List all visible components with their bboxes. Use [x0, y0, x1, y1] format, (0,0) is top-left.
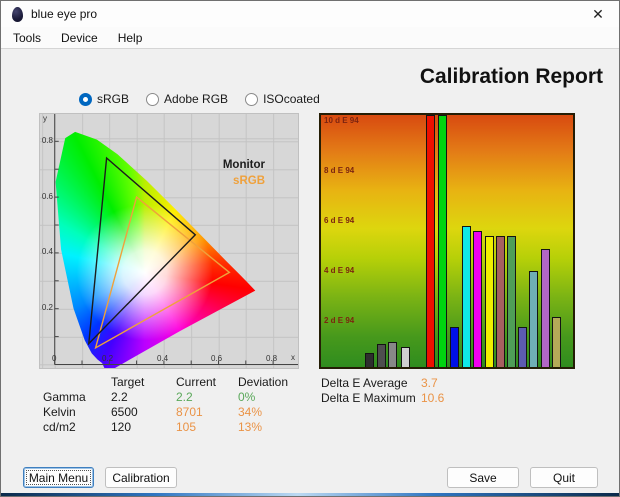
- quit-button[interactable]: Quit: [530, 467, 598, 488]
- x-tick: 0.8: [266, 354, 278, 363]
- luminance-current: 105: [176, 420, 197, 434]
- menu-bar: Tools Device Help: [1, 27, 619, 49]
- close-icon[interactable]: ✕: [585, 4, 611, 24]
- menu-tools[interactable]: Tools: [3, 29, 51, 47]
- srgb-gamut-triangle: [94, 195, 231, 350]
- gamma-deviation: 0%: [238, 390, 256, 404]
- radio-srgb[interactable]: sRGB: [79, 92, 129, 106]
- bar-orchid: [541, 248, 550, 367]
- radio-isocoated[interactable]: ISOcoated: [245, 92, 320, 106]
- gamut-overlay: [54, 114, 298, 365]
- delta-e-bar-chart: 10 d E 94 8 d E 94 6 d E 94 4 d E 94 2 d…: [319, 113, 575, 369]
- x-tick: 0: [52, 354, 57, 363]
- de-axis-label: 8 d E 94: [324, 166, 355, 175]
- menu-help[interactable]: Help: [108, 29, 153, 47]
- delta-e-maximum-label: Delta E Maximum: [321, 391, 416, 405]
- y-axis-title: y: [43, 114, 47, 123]
- x-tick: 0.6: [211, 354, 223, 363]
- y-tick: 0.8: [41, 136, 53, 145]
- gamma-target: 2.2: [111, 390, 128, 404]
- bar-khaki: [552, 316, 561, 367]
- luminance-target: 120: [111, 420, 132, 434]
- luminance-deviation: 13%: [238, 420, 263, 434]
- kelvin-current: 8701: [176, 405, 203, 419]
- radio-srgb-label: sRGB: [97, 92, 130, 106]
- bar-sea-green: [507, 236, 516, 367]
- row-label-luminance: cd/m2: [43, 420, 76, 434]
- x-tick: 0.4: [157, 354, 169, 363]
- bar-brown: [496, 236, 505, 367]
- bar-slate-blue: [518, 326, 527, 367]
- bar-yellow: [485, 236, 494, 367]
- y-tick: 0.2: [41, 303, 53, 312]
- bar-gray-light: [401, 346, 410, 367]
- radio-isocoated-label: ISOcoated: [263, 92, 320, 106]
- title-bar: blue eye pro ✕: [1, 1, 619, 27]
- delta-e-average-value: 3.7: [421, 376, 438, 390]
- radio-srgb-circle[interactable]: [79, 92, 92, 106]
- calibration-results-table: Target Current Deviation Gamma 2.2 2.2 0…: [43, 375, 310, 435]
- menu-device[interactable]: Device: [51, 29, 108, 47]
- calibration-button[interactable]: Calibration: [105, 467, 177, 488]
- delta-e-summary: Delta E Average 3.7 Delta E Maximum 10.6: [321, 376, 444, 406]
- bar-cadet-blue: [529, 271, 538, 367]
- y-tick: 0.6: [41, 192, 53, 201]
- radio-adobe-rgb[interactable]: Adobe RGB: [146, 92, 228, 106]
- bar-gray-mid: [388, 341, 397, 367]
- col-header-deviation: Deviation: [238, 375, 289, 389]
- bar-red: [426, 115, 435, 367]
- de-axis-label: 4 d E 94: [324, 266, 355, 275]
- radio-isocoated-circle[interactable]: [245, 92, 259, 106]
- bar-magenta: [473, 230, 482, 367]
- bar-gray-dark: [365, 353, 374, 367]
- bar-blue: [450, 326, 459, 367]
- x-tick: 0.2: [102, 354, 114, 363]
- de-axis-label: 6 d E 94: [324, 216, 355, 225]
- table-corner: [43, 375, 111, 390]
- bar-green: [438, 115, 447, 367]
- y-tick: 0.4: [41, 247, 53, 256]
- main-menu-button[interactable]: Main Menu: [23, 467, 94, 488]
- bar-cyan: [462, 225, 471, 367]
- window-title: blue eye pro: [31, 7, 98, 21]
- kelvin-target: 6500: [111, 405, 138, 419]
- gamma-current: 2.2: [176, 390, 193, 404]
- page-title: Calibration Report: [419, 65, 603, 88]
- bar-gray-mid-dark: [377, 344, 386, 367]
- x-axis-title: x: [291, 353, 295, 362]
- cie-chromaticity-diagram: y x 0.8 0.6 0.4 0.2 0 0.2 0.4 0.6 0.8 Mo…: [39, 113, 299, 369]
- window-bottom-edge: [1, 493, 619, 496]
- profile-radio-group: sRGB Adobe RGB ISOcoated: [79, 92, 320, 106]
- col-header-current: Current: [176, 375, 217, 389]
- delta-e-maximum-value: 10.6: [421, 391, 445, 405]
- app-window: blue eye pro ✕ Tools Device Help Calibra…: [0, 0, 620, 497]
- col-header-target: Target: [111, 375, 145, 389]
- row-label-gamma: Gamma: [43, 390, 86, 404]
- radio-adobe-rgb-label: Adobe RGB: [164, 92, 229, 106]
- legend-monitor: Monitor: [222, 159, 265, 171]
- kelvin-deviation: 34%: [238, 405, 263, 419]
- delta-e-average-label: Delta E Average: [321, 376, 408, 390]
- app-icon: [12, 6, 23, 22]
- radio-adobe-rgb-circle[interactable]: [146, 92, 160, 106]
- save-button[interactable]: Save: [447, 467, 519, 488]
- de-axis-label: 10 d E 94: [324, 116, 359, 125]
- row-label-kelvin: Kelvin: [43, 405, 76, 419]
- legend-srgb: sRGB: [233, 175, 265, 187]
- de-axis-label: 2 d E 94: [324, 316, 355, 325]
